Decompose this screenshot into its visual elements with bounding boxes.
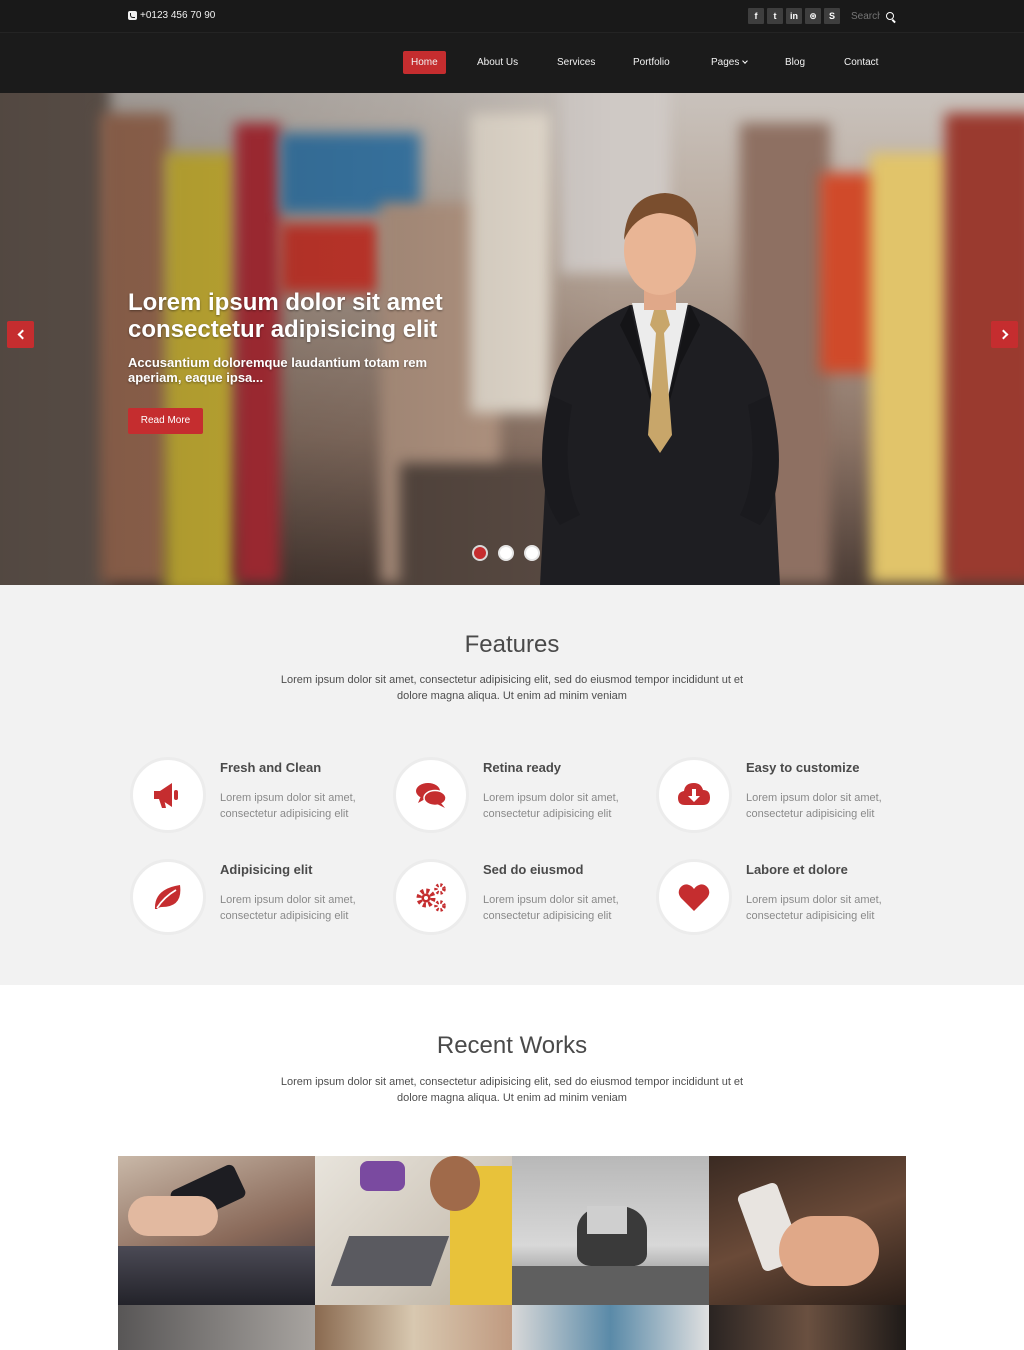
portfolio-item[interactable] [118,1156,315,1305]
search-box [848,8,900,25]
portfolio-item[interactable] [709,1156,906,1305]
feature-text: Lorem ipsum dolor sit amet, consectetur … [746,894,882,922]
top-bar: +0123 456 70 90 f t in ⊛ S [0,0,1024,33]
hero-slider: Lorem ipsum dolor sit amet consectetur a… [0,93,1024,585]
recent-works-description: Lorem ipsum dolor sit amet, consectetur … [280,1076,744,1104]
tablet-shape [330,1236,450,1286]
phone-number: +0123 456 70 90 [140,10,216,21]
dribbble-icon[interactable]: ⊛ [805,8,821,24]
feature-item: Easy to customize Lorem ipsum dolor sit … [656,757,906,837]
hand-shape [779,1216,879,1286]
feature-icon-circle [656,859,732,935]
feature-title: Sed do eiusmod [483,862,584,877]
leaf-icon [154,885,181,909]
main-navigation: Home About Us Services Portfolio Pages B… [0,33,1024,93]
comments-icon [416,783,447,808]
social-links: f t in ⊛ S [748,8,840,24]
nav-portfolio[interactable]: Portfolio [625,51,678,74]
laptop-shape [587,1206,627,1234]
feature-text: Lorem ipsum dolor sit amet, consectetur … [220,792,356,820]
feature-icon-circle [130,859,206,935]
read-more-button[interactable]: Read More [128,408,203,434]
feature-title: Easy to customize [746,760,860,775]
search-icon[interactable] [886,11,896,22]
cloud-download-icon [678,783,710,805]
nav-pages[interactable]: Pages [703,51,755,74]
cogs-icon [416,883,446,912]
bullhorn-icon [154,783,178,808]
slider-dot-2[interactable] [498,545,514,561]
nav-home[interactable]: Home [403,51,446,74]
portfolio-item[interactable] [709,1305,906,1350]
feature-item: Retina ready Lorem ipsum dolor sit amet,… [393,757,643,837]
feature-icon-circle [130,757,206,833]
search-input[interactable] [848,8,880,25]
linkedin-icon[interactable]: in [786,8,802,24]
feature-item: Fresh and Clean Lorem ipsum dolor sit am… [130,757,380,837]
floor-shape [512,1266,709,1305]
feature-title: Fresh and Clean [220,760,322,775]
heart-icon [678,884,710,911]
laptop-shape [118,1246,315,1305]
portfolio-item[interactable] [118,1305,315,1350]
nav-services[interactable]: Services [549,51,603,74]
features-section: Features Lorem ipsum dolor sit amet, con… [0,585,1024,985]
phone-info: +0123 456 70 90 [128,10,215,21]
feature-item: Adipisicing elit Lorem ipsum dolor sit a… [130,859,380,939]
feature-title: Adipisicing elit [220,862,313,877]
feature-text: Lorem ipsum dolor sit amet, consectetur … [746,792,882,820]
feature-title: Labore et dolore [746,862,848,877]
phone-icon [128,11,137,20]
hero-subtitle: Accusantium doloremque laudantium totam … [128,355,428,385]
slider-next-button[interactable] [991,321,1018,348]
chevron-down-icon [742,58,749,64]
background-person-shape [360,1161,405,1191]
feature-item: Sed do eiusmod Lorem ipsum dolor sit ame… [393,859,643,939]
features-description: Lorem ipsum dolor sit amet, consectetur … [280,674,744,702]
feature-icon-circle [656,757,732,833]
slider-prev-button[interactable] [7,321,34,348]
nav-contact[interactable]: Contact [836,51,886,74]
nav-pages-label: Pages [711,57,740,68]
hero-title: Lorem ipsum dolor sit amet consectetur a… [128,289,443,343]
recent-works-title: Recent Works [436,1032,588,1059]
nav-blog[interactable]: Blog [777,51,813,74]
recent-works-section: Recent Works Lorem ipsum dolor sit amet,… [0,985,1024,1350]
slider-dot-3[interactable] [524,545,540,561]
slider-dots [472,545,540,561]
hand-shape [128,1196,218,1236]
features-title: Features [464,631,560,658]
head-shape [430,1156,480,1211]
skype-icon[interactable]: S [824,8,840,24]
portfolio-item[interactable] [315,1156,512,1305]
feature-text: Lorem ipsum dolor sit amet, consectetur … [483,792,619,820]
feature-icon-circle [393,757,469,833]
portfolio-item[interactable] [315,1305,512,1350]
facebook-icon[interactable]: f [748,8,764,24]
twitter-icon[interactable]: t [767,8,783,24]
portfolio-item[interactable] [512,1305,709,1350]
feature-title: Retina ready [483,760,562,775]
feature-icon-circle [393,859,469,935]
slider-dot-1[interactable] [472,545,488,561]
nav-about-us[interactable]: About Us [469,51,526,74]
businessman-image [540,193,780,585]
feature-item: Labore et dolore Lorem ipsum dolor sit a… [656,859,906,939]
feature-text: Lorem ipsum dolor sit amet, consectetur … [220,894,356,922]
portfolio-item[interactable] [512,1156,709,1305]
feature-text: Lorem ipsum dolor sit amet, consectetur … [483,894,619,922]
